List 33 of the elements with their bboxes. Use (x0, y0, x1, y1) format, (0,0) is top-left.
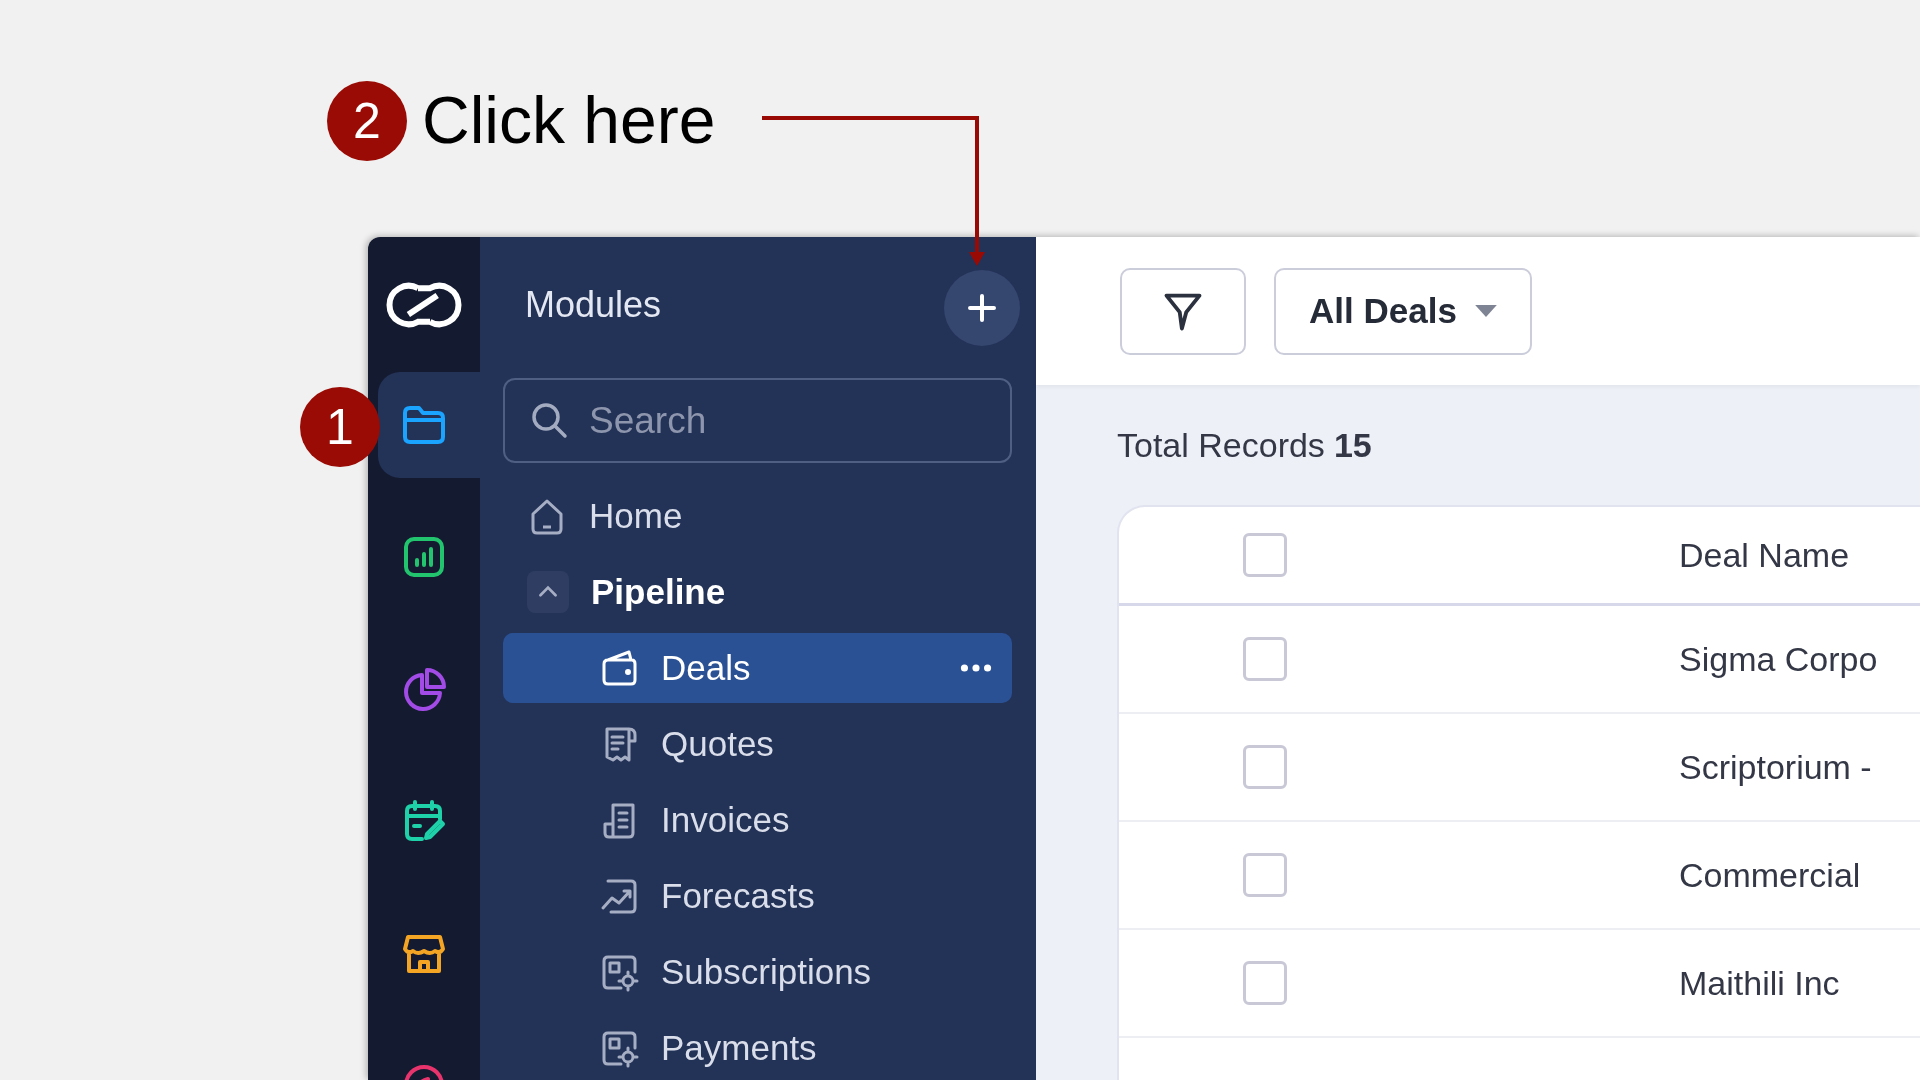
more-icon[interactable] (960, 663, 992, 673)
callout-text: Click here (422, 82, 716, 158)
table-cell: Scriptorium - (1679, 747, 1872, 787)
module-item[interactable]: Deals (503, 633, 1012, 703)
module-item[interactable]: Invoices (503, 785, 1012, 855)
plus-icon (967, 293, 997, 323)
row-checkbox[interactable] (1243, 745, 1287, 789)
menu-item[interactable]: Home (503, 481, 1012, 551)
row-checkbox[interactable] (1243, 637, 1287, 681)
module-item[interactable]: Forecasts (503, 861, 1012, 931)
chevron-toggle[interactable] (527, 571, 569, 613)
group-toggle[interactable]: Pipeline (503, 557, 1012, 627)
rail-item[interactable] (378, 372, 480, 478)
total-label: Total Records (1117, 425, 1325, 465)
step-badge: 2 (327, 81, 407, 161)
search-field[interactable]: Search (503, 378, 1012, 463)
module-item[interactable]: Payments (503, 1013, 1012, 1080)
row-checkbox[interactable] (1243, 853, 1287, 897)
row-checkbox[interactable] (1243, 961, 1287, 1005)
table-cell: Commercial (1679, 855, 1861, 895)
caret-icon (1474, 304, 1497, 318)
total-count: 15 (1333, 425, 1372, 465)
table-cell: Maithili Inc (1679, 963, 1840, 1003)
view-dropdown[interactable]: All Deals (1274, 267, 1532, 355)
module-item[interactable]: Subscriptions (503, 937, 1012, 1007)
column-header: Deal Name (1679, 535, 1850, 575)
step-badge: 1 (300, 387, 380, 467)
search-icon (529, 400, 569, 440)
module-item[interactable]: Quotes (503, 709, 1012, 779)
table-cell: Sigma Corpo (1679, 639, 1878, 679)
filter-button[interactable] (1120, 267, 1246, 355)
select-all-checkbox[interactable] (1243, 533, 1287, 577)
panel-title: Modules (525, 284, 662, 326)
